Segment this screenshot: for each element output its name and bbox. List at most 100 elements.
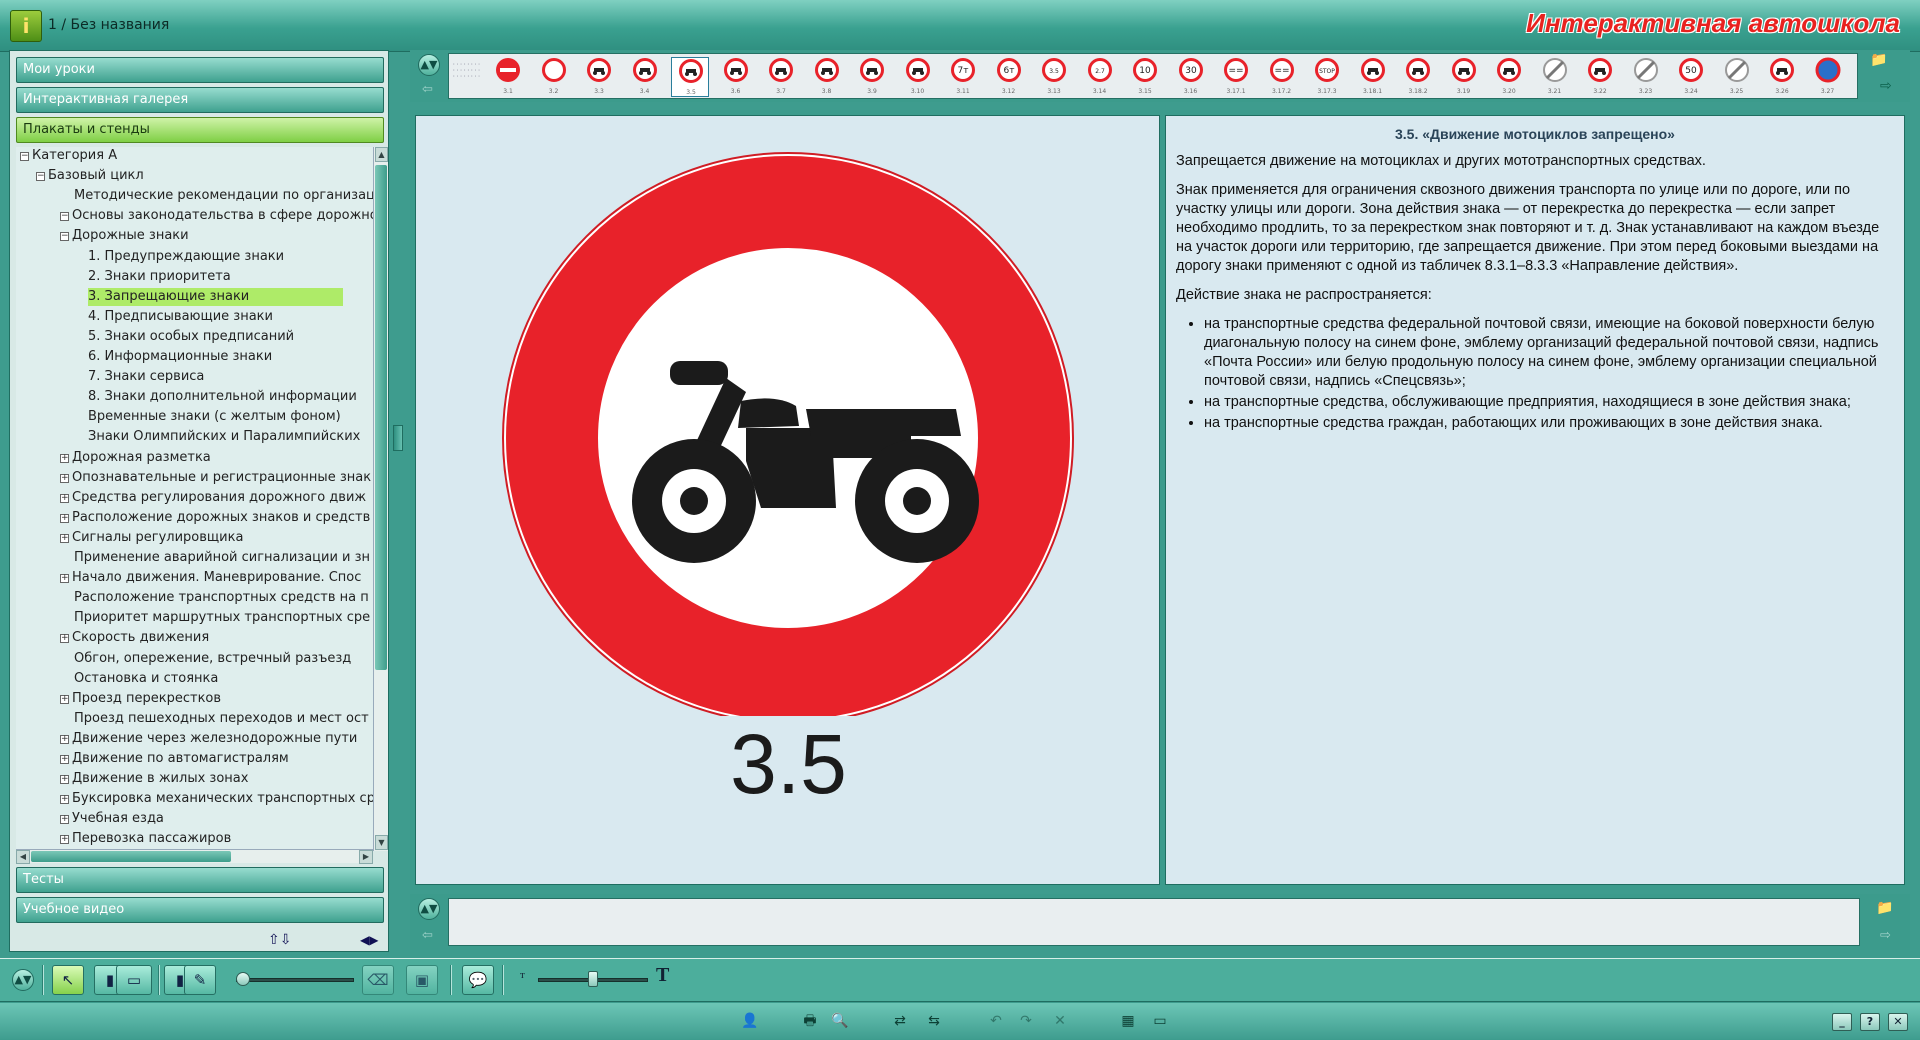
tree-item[interactable]: + Дорожная разметка [60, 449, 211, 467]
eraser-icon[interactable]: ⌫ [362, 965, 394, 995]
pen-width-knob[interactable] [236, 972, 250, 986]
tree-item[interactable]: + Движение в жилых зонах [60, 770, 248, 788]
sign-thumbnail[interactable]: 6т 3.12 [990, 57, 1028, 97]
expand-icon[interactable]: + [60, 815, 69, 825]
sign-thumbnail[interactable]: 3.7 [762, 57, 800, 97]
close-icon[interactable]: ✕ [1888, 1013, 1908, 1031]
expand-icon[interactable]: + [60, 533, 69, 543]
tree-item[interactable]: Временные знаки (с желтым фоном) [88, 408, 341, 426]
expand-icon[interactable]: + [60, 694, 69, 704]
sign-thumbnail[interactable]: 3.6 [717, 57, 755, 97]
layout-icon[interactable]: ▦ [1118, 1011, 1138, 1031]
my-lessons-button[interactable]: Мои уроки [16, 57, 384, 83]
expand-icon[interactable]: + [60, 634, 69, 644]
sign-thumbnail[interactable]: 3.1 [489, 57, 527, 97]
sign-thumbnail[interactable]: 50 3.24 [1672, 57, 1710, 97]
pen-width-slider[interactable] [236, 978, 354, 982]
scroll-right-icon[interactable]: ▶ [359, 850, 373, 864]
tree-horizontal-scrollbar[interactable]: ◀ ▶ [16, 849, 373, 864]
sign-thumbnail[interactable]: 3.5 [671, 57, 709, 97]
folder-icon[interactable]: 📁 [1870, 52, 1898, 72]
tree-item[interactable]: + Начало движения. Маневрирование. Спос [60, 569, 361, 587]
sign-thumbnail[interactable]: 30 3.16 [1172, 57, 1210, 97]
collapse-icon[interactable]: − [60, 212, 69, 222]
tree-item[interactable]: Знаки Олимпийских и Паралимпийских [88, 428, 360, 446]
sign-thumbnail[interactable]: 3.3 [580, 57, 618, 97]
expand-icon[interactable]: + [60, 493, 69, 503]
tree-item[interactable]: + Движение по автомагистралям [60, 750, 289, 768]
expand-icon[interactable]: + [60, 835, 69, 845]
pane-splitter[interactable] [393, 425, 403, 451]
tree-item[interactable]: + Перевозка пассажиров [60, 830, 231, 848]
tree-item[interactable]: − Категория A [20, 147, 117, 165]
expand-icon[interactable]: + [60, 453, 69, 463]
print-icon[interactable]: 🖶 [800, 1011, 820, 1031]
sign-thumbnail[interactable]: 7т 3.11 [944, 57, 982, 97]
gallery-button[interactable]: Интерактивная галерея [16, 87, 384, 113]
scroll-down-icon[interactable]: ▼ [375, 835, 388, 850]
expand-icon[interactable]: + [60, 734, 69, 744]
sign-thumbnail[interactable]: 3.8 [808, 57, 846, 97]
sign-thumbnail[interactable]: 3.18.2 [1399, 57, 1437, 97]
tree-item[interactable]: Приоритет маршрутных транспортных сре [74, 609, 370, 627]
help-icon[interactable]: ? [1860, 1013, 1880, 1031]
strip-forward-icon[interactable]: ⇨ [1880, 78, 1892, 94]
move-up-down-icon[interactable]: ⇧⇩ [268, 931, 291, 949]
delete-icon[interactable]: ✕ [1050, 1011, 1070, 1031]
marker-tool-icon[interactable]: ✎ [184, 965, 216, 995]
tree-vertical-scrollbar[interactable]: ▲ ▼ [373, 147, 388, 851]
sign-thumbnail[interactable]: 10 3.15 [1126, 57, 1164, 97]
scroll-thumb[interactable] [375, 165, 387, 670]
tree-item[interactable]: 4. Предписывающие знаки [88, 308, 273, 326]
strip-collapse-icon[interactable]: ▲▼ [418, 54, 440, 76]
window-icon[interactable]: ▭ [1150, 1011, 1170, 1031]
tree-item[interactable]: + Средства регулирования дорожного движ [60, 489, 366, 507]
collapse-icon[interactable]: − [20, 152, 29, 161]
screen-mode-icon[interactable]: ▭ [116, 965, 152, 995]
tree-item[interactable]: 8. Знаки дополнительной информации [88, 388, 357, 406]
tree-item[interactable]: − Дорожные знаки [60, 227, 189, 245]
tree-item[interactable]: + Расположение дорожных знаков и средств [60, 509, 370, 527]
comment-icon[interactable]: 💬 [462, 965, 494, 995]
sign-thumbnail[interactable]: 3.19 [1445, 57, 1483, 97]
expand-icon[interactable]: + [60, 513, 69, 523]
collapse-icon[interactable]: − [60, 232, 69, 242]
tree-item[interactable]: Остановка и стоянка [74, 670, 218, 688]
sign-thumbnail[interactable]: 3.18.1 [1354, 57, 1392, 97]
sign-thumbnail[interactable]: 3.25 [1718, 57, 1756, 97]
sign-thumbnail[interactable]: 3.27 [1809, 57, 1847, 97]
sign-thumbnail[interactable]: == 3.17.2 [1263, 57, 1301, 97]
notes-collapse-icon[interactable]: ▲▼ [418, 898, 440, 920]
posters-button[interactable]: Плакаты и стенды [16, 117, 384, 143]
tree-item[interactable]: 5. Знаки особых предписаний [88, 328, 294, 346]
tree-item[interactable]: + Буксировка механических транспортных ср [60, 790, 374, 808]
undo-icon[interactable]: ↶ [986, 1011, 1006, 1031]
tree-item[interactable]: 7. Знаки сервиса [88, 368, 204, 386]
expand-icon[interactable]: + [60, 574, 69, 584]
sign-thumbnail[interactable]: 3.2 [535, 57, 573, 97]
tree-item[interactable]: Проезд пешеходных переходов и мест ост [74, 710, 369, 728]
scroll-thumb-horizontal[interactable] [31, 851, 231, 862]
tree-item[interactable]: + Движение через железнодорожные пути [60, 730, 357, 748]
zoom-icon[interactable]: 🔍 [830, 1011, 850, 1031]
sign-thumbnail[interactable]: 3.23 [1627, 57, 1665, 97]
notes-forward-icon[interactable]: ⇨ [1880, 928, 1891, 943]
tree-item[interactable]: + Учебная езда [60, 810, 164, 828]
sign-thumbnail[interactable]: 3.4 [626, 57, 664, 97]
tree-item[interactable]: − Основы законодательства в сфере дорожно… [60, 207, 374, 225]
list-view-icon[interactable]: ········ ········ ········ [452, 62, 486, 92]
expand-icon[interactable]: + [60, 795, 69, 805]
tree-item[interactable]: Методические рекомендации по организации [74, 187, 374, 205]
clear-icon[interactable]: ▣ [406, 965, 438, 995]
tree-item[interactable]: Расположение транспортных средств на п [74, 589, 369, 607]
font-size-knob[interactable] [588, 971, 598, 987]
sign-thumbnail[interactable]: == 3.17.1 [1217, 57, 1255, 97]
tree-item[interactable]: + Сигналы регулировщика [60, 529, 243, 547]
expand-icon[interactable]: + [60, 775, 69, 785]
video-button[interactable]: Учебное видео [16, 897, 384, 923]
collapse-icon[interactable]: − [36, 172, 45, 182]
tree-item[interactable]: 3. Запрещающие знаки [88, 287, 343, 306]
sign-thumbnail[interactable]: 3.5 3.13 [1035, 57, 1073, 97]
strip-back-icon[interactable]: ⇦ [422, 82, 433, 97]
sign-thumbnail[interactable]: 2.7 3.14 [1081, 57, 1119, 97]
